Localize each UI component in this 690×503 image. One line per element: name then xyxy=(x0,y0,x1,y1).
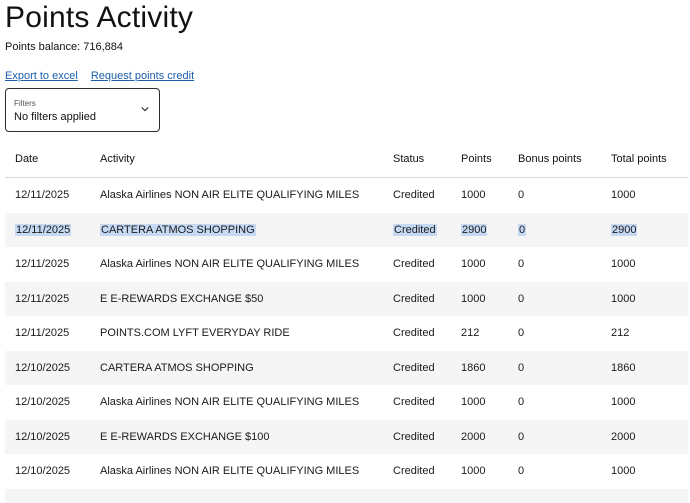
cell-total-points: 1000 xyxy=(611,396,636,408)
cell-activity: Alaska Airlines NON AIR ELITE QUALIFYING… xyxy=(100,396,360,408)
cell-bonus-points: 0 xyxy=(518,396,525,408)
cell-bonus-points: 0 xyxy=(518,430,525,443)
filters-value: No filters applied xyxy=(14,111,96,123)
cell-activity: E E-REWARDS EXCHANGE $50 xyxy=(100,292,264,305)
cell-total-points: 212 xyxy=(611,327,630,339)
points-balance: Points balance: 716,884 xyxy=(5,41,124,53)
cell-points: 1000 xyxy=(461,292,486,305)
table-row: 12/11/2025 POINTS.COM LYFT EVERYDAY RIDE… xyxy=(5,316,688,351)
page-title: Points Activity xyxy=(5,1,194,34)
table-row: 12/11/2025 Alaska Airlines NON AIR ELITE… xyxy=(5,178,688,213)
cell-points: 212 xyxy=(461,327,480,339)
cell-status: Credited xyxy=(393,258,435,270)
table-row: 12/10/2025 CARTERA ATMOS SHOPPING Credit… xyxy=(5,350,688,385)
table-row: 12/11/2025 Alaska Airlines NON AIR ELITE… xyxy=(5,247,688,282)
table-header-row: Date Activity Status Points Bonus points… xyxy=(5,141,688,178)
cell-date: 12/10/2025 xyxy=(15,361,71,374)
cell-date: 12/11/2025 xyxy=(15,258,70,270)
cell-points: 1000 xyxy=(461,258,486,270)
cell-date: 12/10/2025 xyxy=(15,430,71,443)
column-header-points[interactable]: Points xyxy=(461,141,492,177)
action-links: Export to excel Request points credit xyxy=(5,69,204,83)
table-row: 12/11/2025 E E-REWARDS EXCHANGE $50 Cred… xyxy=(5,281,688,316)
cell-bonus-points: 0 xyxy=(518,465,525,477)
cell-points: 2000 xyxy=(461,430,486,443)
cell-total-points: 2900 xyxy=(611,223,638,236)
request-points-credit-link[interactable]: Request points credit xyxy=(91,70,194,82)
cell-date: 12/10/2025 xyxy=(15,396,71,408)
chevron-down-icon xyxy=(141,107,149,112)
cell-status: Credited xyxy=(393,361,435,374)
cell-bonus-points: 0 xyxy=(518,361,525,374)
cell-activity: Alaska Airlines NON AIR ELITE QUALIFYING… xyxy=(100,189,360,201)
column-header-bonus-points[interactable]: Bonus points xyxy=(518,141,582,177)
points-activity-table: Date Activity Status Points Bonus points… xyxy=(5,141,688,503)
cell-activity: Alaska Airlines NON AIR ELITE QUALIFYING… xyxy=(100,465,360,477)
table-row: 12/10/2025 E E-REWARDS EXCHANGE $100 Cre… xyxy=(5,419,688,454)
filters-label: Filters xyxy=(14,99,36,108)
cell-total-points: 1000 xyxy=(611,189,636,201)
cell-date: 12/11/2025 xyxy=(15,292,70,305)
cell-activity: POINTS.COM LYFT EVERYDAY RIDE xyxy=(100,327,290,339)
filters-dropdown[interactable]: Filters No filters applied xyxy=(5,88,160,132)
cell-date: 12/11/2025 xyxy=(15,223,72,236)
column-header-status[interactable]: Status xyxy=(393,141,424,177)
table-row: 12/10/2025 Alaska Airlines NON AIR ELITE… xyxy=(5,454,688,489)
cell-points: 1000 xyxy=(461,396,486,408)
cell-date: 12/11/2025 xyxy=(15,327,70,339)
cell-activity: Alaska Airlines NON AIR ELITE QUALIFYING… xyxy=(100,258,360,270)
table-row: 12/11/2025 CARTERA ATMOS SHOPPING Credit… xyxy=(5,212,688,247)
cell-bonus-points: 0 xyxy=(518,258,525,270)
cell-points: 1000 xyxy=(461,189,486,201)
table-row xyxy=(5,488,688,503)
cell-bonus-points: 0 xyxy=(518,223,527,236)
cell-total-points: 2000 xyxy=(611,430,636,443)
cell-bonus-points: 0 xyxy=(518,189,525,201)
cell-total-points: 1000 xyxy=(611,292,636,305)
cell-status: Credited xyxy=(393,396,435,408)
cell-total-points: 1860 xyxy=(611,361,636,374)
cell-status: Credited xyxy=(393,430,435,443)
export-to-excel-link[interactable]: Export to excel xyxy=(5,70,78,82)
cell-points: 1860 xyxy=(461,361,486,374)
cell-total-points: 1000 xyxy=(611,258,636,270)
cell-status: Credited xyxy=(393,292,435,305)
cell-status: Credited xyxy=(393,465,435,477)
cell-bonus-points: 0 xyxy=(518,327,525,339)
cell-points: 2900 xyxy=(461,223,488,236)
cell-points: 1000 xyxy=(461,465,486,477)
cell-activity: CARTERA ATMOS SHOPPING xyxy=(100,361,254,374)
table-row: 12/10/2025 Alaska Airlines NON AIR ELITE… xyxy=(5,385,688,420)
cell-status: Credited xyxy=(393,327,435,339)
column-header-activity[interactable]: Activity xyxy=(100,141,135,177)
cell-total-points: 1000 xyxy=(611,465,636,477)
column-header-date[interactable]: Date xyxy=(15,141,38,177)
cell-status: Credited xyxy=(393,189,435,201)
column-header-total-points[interactable]: Total points xyxy=(611,141,667,177)
cell-activity: CARTERA ATMOS SHOPPING xyxy=(100,223,256,236)
cell-status: Credited xyxy=(393,223,437,236)
cell-date: 12/10/2025 xyxy=(15,465,71,477)
cell-activity: E E-REWARDS EXCHANGE $100 xyxy=(100,430,270,443)
cell-bonus-points: 0 xyxy=(518,292,525,305)
cell-date: 12/11/2025 xyxy=(15,189,70,201)
